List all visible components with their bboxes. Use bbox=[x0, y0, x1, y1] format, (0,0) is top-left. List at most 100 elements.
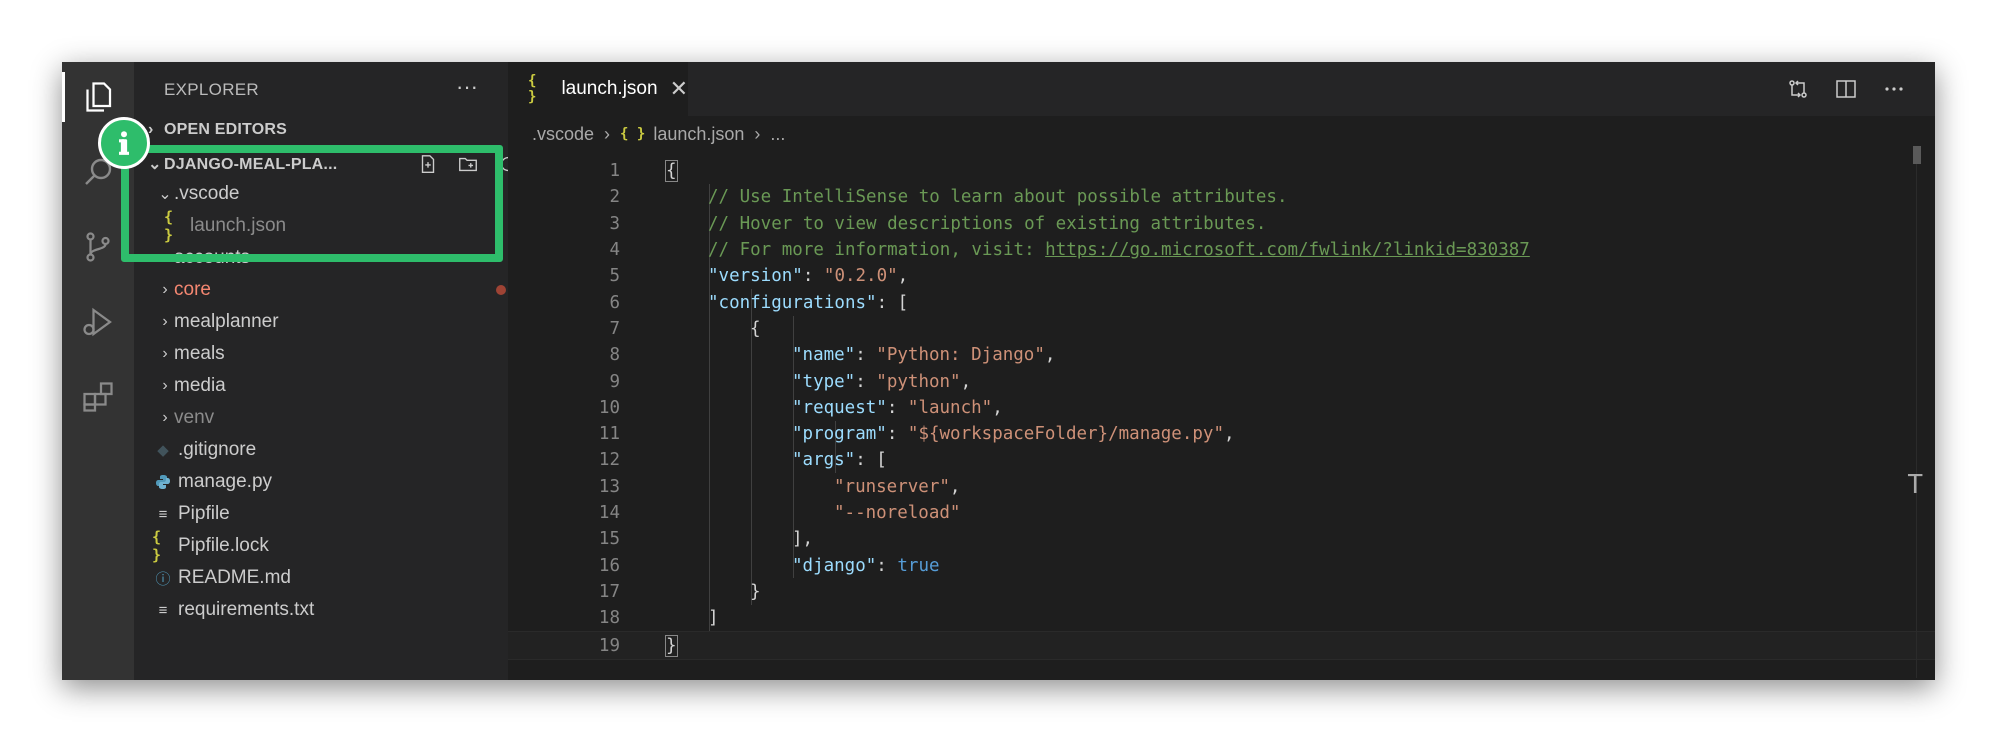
code-line: 1 { bbox=[508, 158, 1935, 184]
tree-item-label: core bbox=[174, 279, 211, 300]
chevron-right-icon: › bbox=[162, 377, 168, 394]
code-text: // Use IntelliSense to learn about possi… bbox=[708, 187, 1288, 208]
tree-file-requirements[interactable]: ≡ requirements.txt bbox=[134, 594, 526, 626]
tree-item-label: manage.py bbox=[178, 471, 273, 492]
line-number: 3 bbox=[609, 213, 620, 234]
tree-folder-media[interactable]: › media bbox=[134, 370, 530, 402]
more-actions-icon[interactable]: ··· bbox=[456, 74, 478, 100]
code-text: "django": true bbox=[792, 555, 940, 576]
code-text: { bbox=[665, 160, 678, 183]
json-file-icon: { } bbox=[152, 528, 162, 564]
code-line: 8 "name": "Python: Django", bbox=[508, 342, 1935, 368]
run-debug-icon[interactable] bbox=[76, 300, 120, 344]
line-number: 4 bbox=[609, 240, 620, 261]
line-number: 8 bbox=[609, 345, 620, 366]
code-text: "type": "python", bbox=[792, 371, 972, 392]
json-file-icon: { } bbox=[620, 126, 646, 142]
breadcrumb-item[interactable]: launch.json bbox=[653, 124, 744, 145]
explorer-title: EXPLORER bbox=[164, 80, 259, 99]
code-text: "name": "Python: Django", bbox=[792, 345, 1056, 366]
code-text: } bbox=[750, 581, 761, 602]
tab-launch-json[interactable]: { } launch.json ✕ bbox=[508, 62, 688, 116]
text-cursor-icon: T bbox=[1907, 470, 1923, 500]
json-file-icon: { } bbox=[528, 73, 537, 105]
scrollbar-thumb[interactable] bbox=[1913, 146, 1921, 164]
code-line: 15 ], bbox=[508, 526, 1935, 552]
tree-folder-core[interactable]: › core bbox=[134, 274, 530, 306]
tree-item-label: media bbox=[174, 375, 226, 396]
highlight-box bbox=[121, 145, 503, 262]
tree-item-label: mealplanner bbox=[174, 311, 279, 332]
chevron-right-icon: › bbox=[162, 313, 168, 330]
tree-file-pipfile[interactable]: ≡ Pipfile bbox=[134, 498, 526, 530]
code-text: { bbox=[750, 318, 761, 339]
chevron-right-icon: › bbox=[604, 123, 611, 144]
split-editor-icon[interactable] bbox=[1833, 76, 1859, 102]
active-indicator bbox=[62, 72, 65, 122]
code-line: 4 // For more information, visit: https:… bbox=[508, 237, 1935, 263]
line-number: 7 bbox=[609, 318, 620, 339]
tree-item-label: README.md bbox=[178, 567, 291, 588]
chevron-right-icon: › bbox=[162, 281, 168, 298]
breadcrumb-item[interactable]: .vscode bbox=[532, 124, 594, 145]
text-file-icon: ≡ bbox=[158, 505, 168, 523]
line-number: 2 bbox=[609, 187, 620, 208]
tree-folder-mealplanner[interactable]: › mealplanner bbox=[134, 306, 530, 338]
code-line: 6 "configurations": [ bbox=[508, 290, 1935, 316]
tree-file-manage-py[interactable]: manage.py bbox=[134, 466, 526, 498]
close-icon[interactable]: ✕ bbox=[670, 76, 688, 102]
code-text: // Hover to view descriptions of existin… bbox=[708, 213, 1267, 234]
line-number: 11 bbox=[598, 424, 620, 445]
tree-item-label: Pipfile bbox=[178, 503, 230, 524]
python-file-icon bbox=[152, 474, 174, 490]
code-line: 17 } bbox=[508, 579, 1935, 605]
source-control-icon[interactable] bbox=[76, 225, 120, 269]
compare-changes-icon[interactable] bbox=[1785, 76, 1811, 102]
code-text: "version": "0.2.0", bbox=[708, 266, 909, 287]
line-number: 17 bbox=[598, 581, 620, 602]
tree-item-label: .gitignore bbox=[178, 439, 257, 460]
open-editors-section[interactable]: › OPEN EDITORS bbox=[148, 121, 287, 139]
tree-item-label: venv bbox=[174, 407, 215, 428]
tree-file-pipfile-lock[interactable]: { } Pipfile.lock bbox=[134, 528, 526, 564]
open-editors-label: OPEN EDITORS bbox=[164, 121, 288, 138]
line-number: 13 bbox=[598, 476, 620, 497]
tree-file-gitignore[interactable]: ◆ .gitignore bbox=[134, 434, 526, 466]
extensions-icon[interactable] bbox=[76, 375, 120, 419]
line-number: 19 bbox=[598, 635, 620, 656]
code-text: ] bbox=[708, 608, 719, 629]
code-line: 9 "type": "python", bbox=[508, 368, 1935, 394]
modified-dot bbox=[496, 285, 506, 295]
code-line: 3 // Hover to view descriptions of exist… bbox=[508, 211, 1935, 237]
editor-area: { } launch.json ✕ .vscode › { } launch.j… bbox=[508, 62, 1935, 680]
fwlink-link[interactable]: https://go.microsoft.com/fwlink/?linkid=… bbox=[1045, 240, 1530, 260]
code-line: 14 "--noreload" bbox=[508, 500, 1935, 526]
tree-folder-venv[interactable]: › venv bbox=[134, 402, 530, 434]
code-line: 11 "program": "${workspaceFolder}/manage… bbox=[508, 421, 1935, 447]
line-number: 5 bbox=[609, 266, 620, 287]
line-number: 15 bbox=[598, 529, 620, 550]
code-line: 13 "runserver", bbox=[508, 474, 1935, 500]
editor-actions bbox=[1785, 76, 1907, 102]
tree-item-label: meals bbox=[174, 343, 225, 364]
line-number: 6 bbox=[609, 292, 620, 313]
chevron-right-icon: › bbox=[754, 123, 761, 144]
tree-folder-meals[interactable]: › meals bbox=[134, 338, 530, 370]
breadcrumb-item[interactable]: ... bbox=[770, 124, 785, 145]
chevron-right-icon: › bbox=[148, 121, 154, 138]
code-text: "request": "launch", bbox=[792, 397, 1003, 418]
git-file-icon: ◆ bbox=[157, 442, 169, 459]
code-text: "configurations": [ bbox=[708, 292, 909, 313]
overview-ruler bbox=[1916, 148, 1917, 678]
tree-file-readme[interactable]: ⓘ README.md bbox=[134, 562, 526, 594]
line-number: 16 bbox=[598, 555, 620, 576]
more-actions-icon[interactable] bbox=[1881, 76, 1907, 102]
line-number: 9 bbox=[609, 371, 620, 392]
code-line: 7 { bbox=[508, 316, 1935, 342]
line-number: 10 bbox=[598, 397, 620, 418]
explorer-icon[interactable] bbox=[76, 75, 120, 119]
text-file-icon: ≡ bbox=[158, 601, 168, 619]
code-text: // For more information, visit: https://… bbox=[708, 240, 1530, 261]
tree-item-label: Pipfile.lock bbox=[178, 535, 269, 556]
code-line: 12 "args": [ bbox=[508, 447, 1935, 473]
